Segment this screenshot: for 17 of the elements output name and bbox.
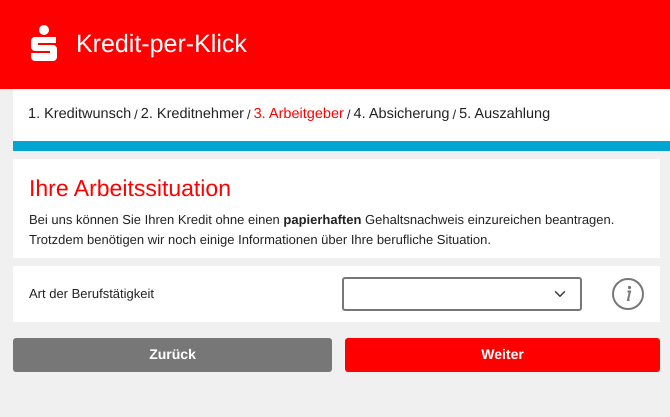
next-button[interactable]: Weiter	[345, 338, 660, 372]
field-label: Art der Berufstätigkeit	[29, 284, 155, 303]
step-link[interactable]: 5. Auszahlung	[459, 104, 550, 126]
step-separator: /	[246, 106, 251, 124]
step-separator: /	[346, 106, 351, 124]
step-link[interactable]: 4. Absicherung	[354, 104, 450, 126]
info-icon[interactable]	[612, 278, 644, 310]
intro-text: Bei uns können Sie Ihren Kredit ohne einen papierhaften Gehaltsnachweis einzureichen beantragen. Trotzdem benötigen wir noch einige Informationen über Ihre berufliche Situation.	[29, 210, 616, 249]
app-title: Kredit-per-Klick	[76, 28, 247, 60]
step-link[interactable]: 3. Arbeitgeber	[254, 104, 344, 126]
employment-select[interactable]	[342, 276, 582, 311]
back-button[interactable]: Zurück	[13, 338, 332, 372]
step-separator: /	[134, 106, 138, 124]
step-separator: /	[452, 106, 456, 124]
step-link[interactable]: 1. Kreditwunsch	[28, 104, 132, 126]
section-heading: Ihre Arbeitssituation	[29, 175, 232, 203]
step-link[interactable]: 2. Kreditnehmer	[140, 104, 244, 126]
